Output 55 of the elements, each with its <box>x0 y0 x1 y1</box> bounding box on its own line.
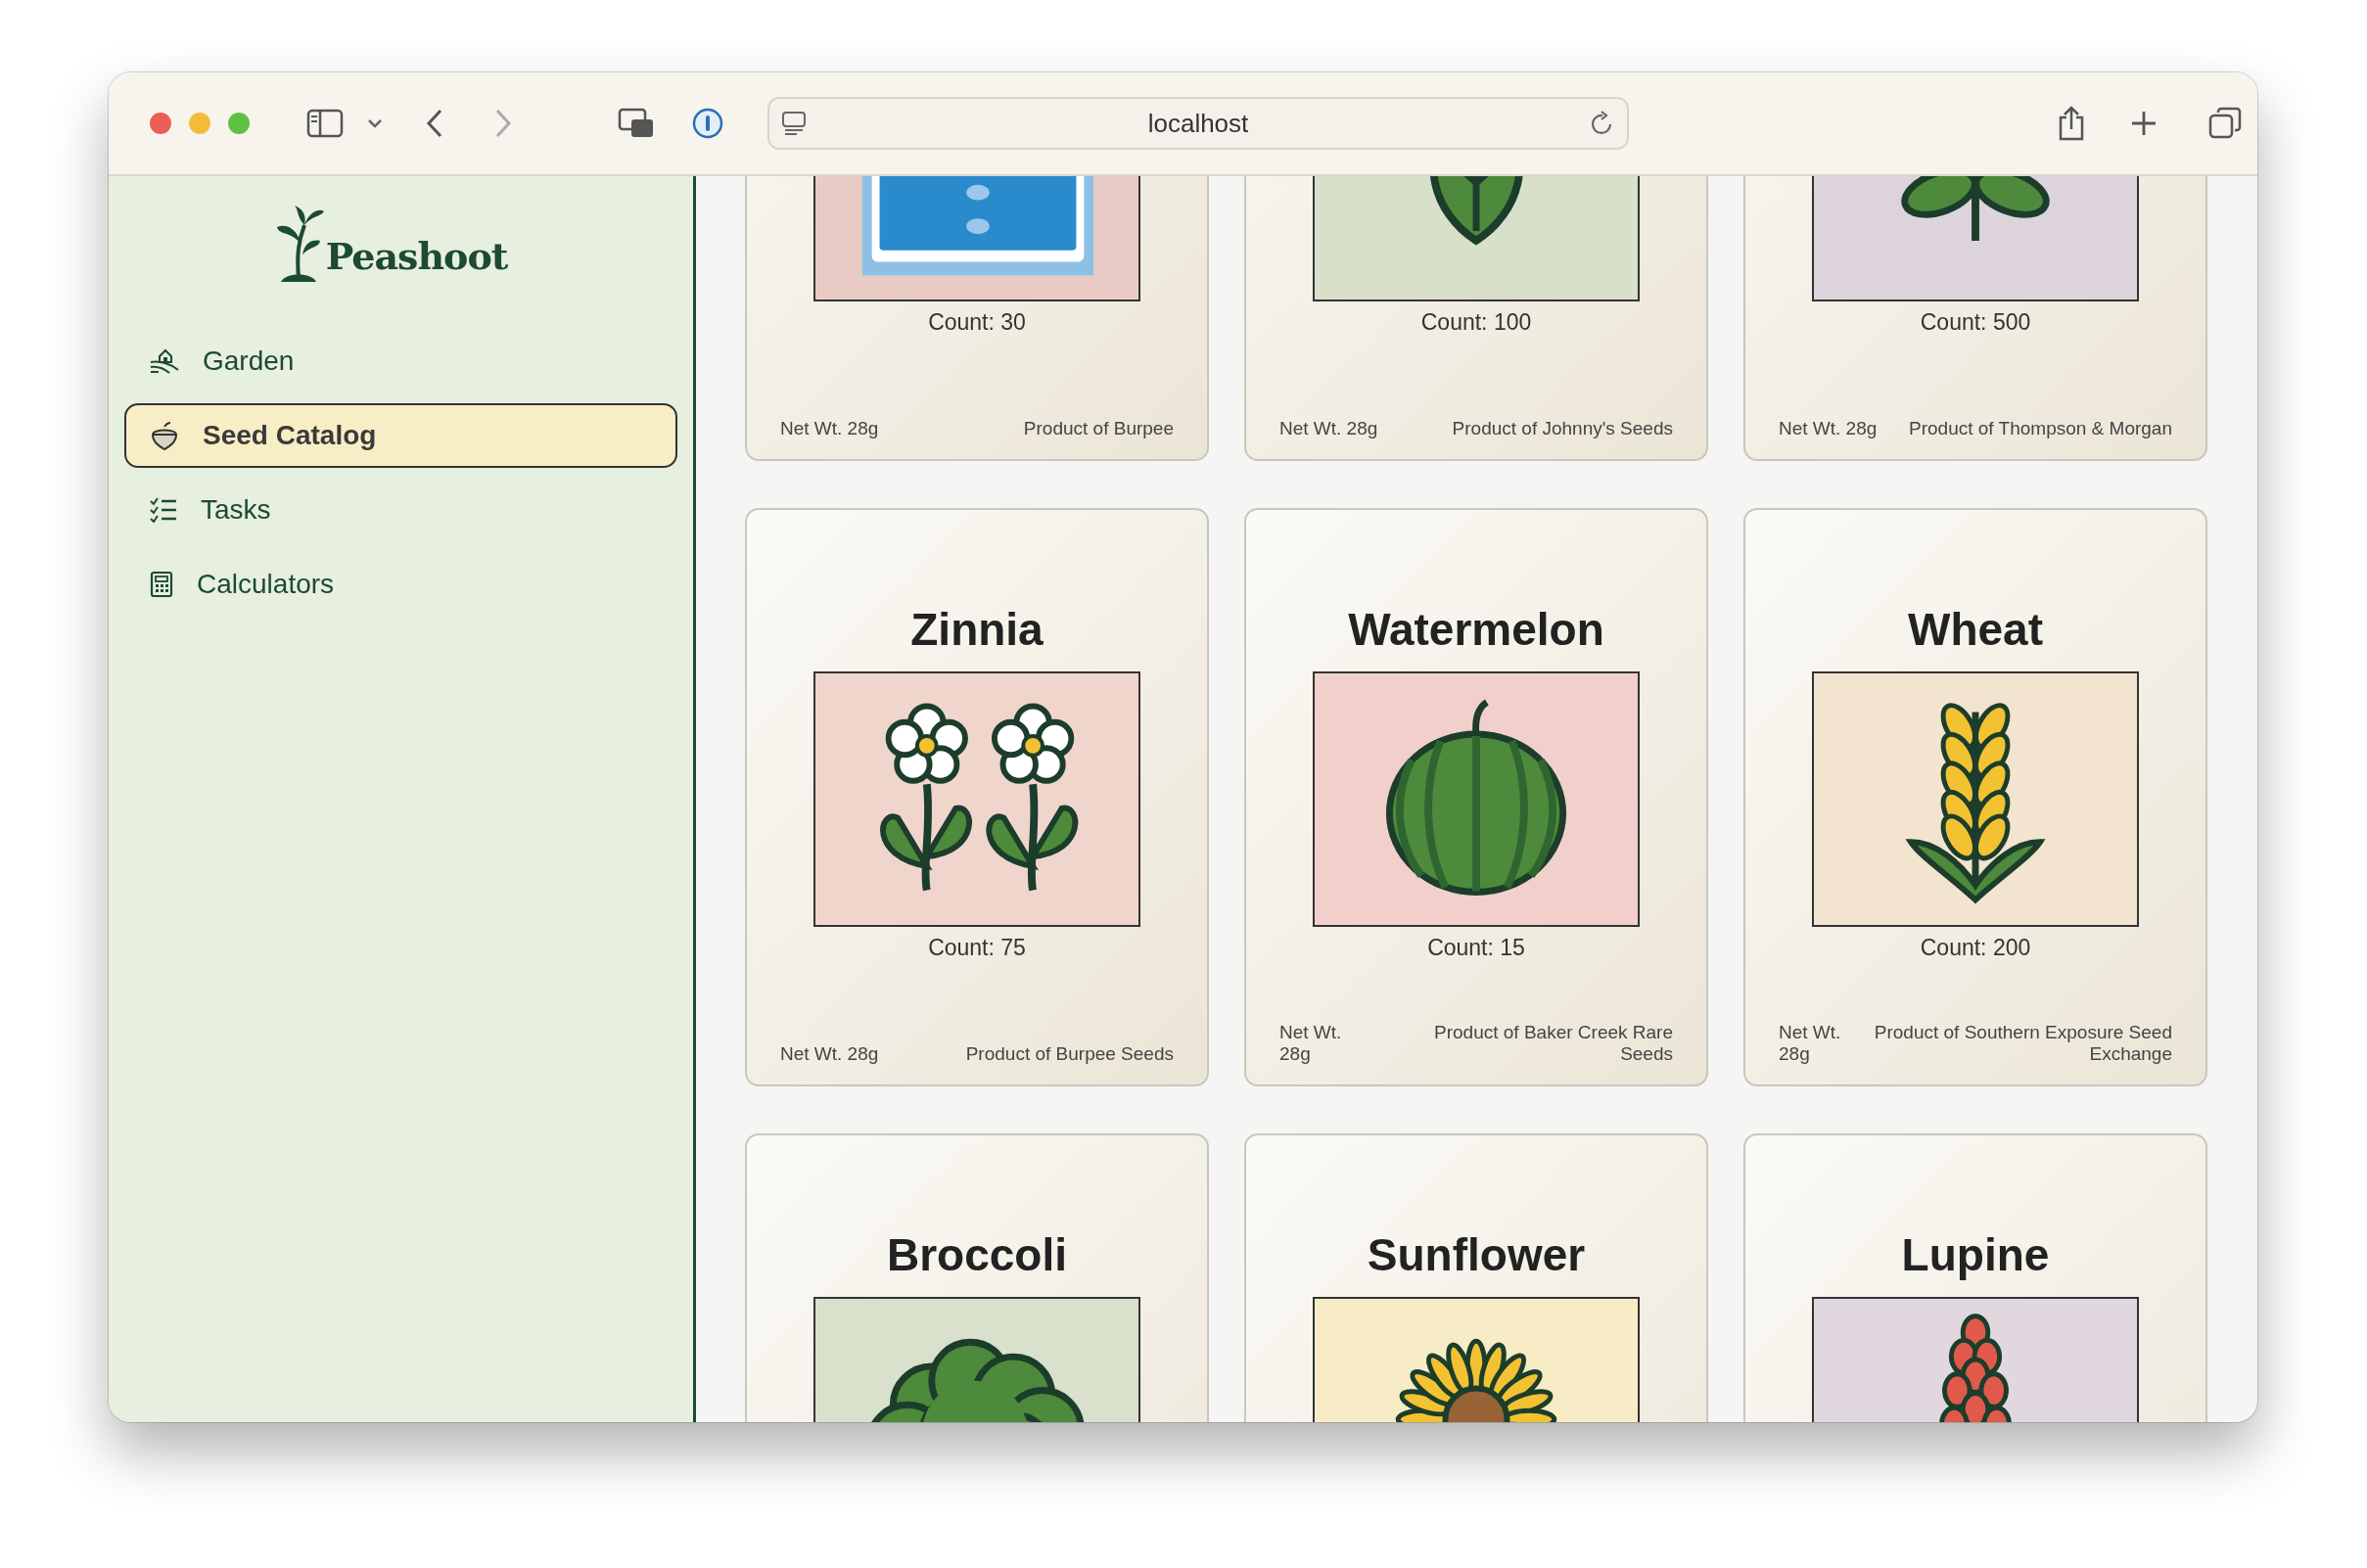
tabs-icon[interactable] <box>2208 107 2242 140</box>
net-weight: Net Wt. 28g <box>1279 1022 1343 1065</box>
seed-count: Count: 200 <box>1920 935 2031 961</box>
seed-packet[interactable]: Zinnia Count: 75 Net Wt. 28g Product of Burpee Seeds <box>745 508 1209 1086</box>
checklist-icon <box>150 497 177 523</box>
producer-text: Product of Southern Exposure Seed Exchange <box>1873 1022 2172 1065</box>
new-tab-icon[interactable] <box>2130 110 2158 137</box>
calculator-icon <box>150 571 173 598</box>
sprout-logo-icon <box>274 206 326 284</box>
packet-title: Zinnia <box>910 603 1044 657</box>
seed-count: Count: 75 <box>928 935 1026 961</box>
sidebar-icon[interactable] <box>306 109 344 138</box>
close-button[interactable] <box>150 113 171 134</box>
seed-count: Count: 15 <box>1427 935 1525 961</box>
net-weight: Net Wt. 28g <box>1279 418 1378 439</box>
nav-item[interactable]: Calculators <box>124 552 677 617</box>
packet-title: Sunflower <box>1367 1228 1586 1282</box>
net-weight: Net Wt. 28g <box>780 418 879 439</box>
farm-icon <box>150 348 179 374</box>
packet-title: Wheat <box>1908 603 2043 657</box>
producer-text: Product of Burpee <box>1023 418 1174 439</box>
seed-packet[interactable]: Count: 30 Net Wt. 28g Product of Burpee <box>745 176 1209 461</box>
packet-title: Broccoli <box>886 1228 1067 1282</box>
tab-overview-icon[interactable] <box>618 108 655 139</box>
seed-packet[interactable]: Sunflower <box>1244 1133 1708 1422</box>
net-weight: Net Wt. 28g <box>1779 418 1878 439</box>
producer-text: Product of Burpee Seeds <box>965 1043 1174 1065</box>
app-logo-text: Peashoot <box>325 234 508 278</box>
back-icon[interactable] <box>426 109 443 138</box>
address-bar[interactable]: localhost <box>767 97 1629 150</box>
seed-packet[interactable]: Count: 500 Net Wt. 28g Product of Thompson & Morgan <box>1743 176 2207 461</box>
nav-item[interactable]: Garden <box>124 329 677 393</box>
address-text: localhost <box>1147 108 1249 139</box>
seed-count: Count: 30 <box>928 309 1026 336</box>
share-icon[interactable] <box>2058 106 2085 141</box>
packet-title: Watermelon <box>1348 603 1604 657</box>
acorn-icon <box>150 421 179 450</box>
seed-count: Count: 100 <box>1420 309 1532 336</box>
seed-packet[interactable]: Lupine <box>1743 1133 2207 1422</box>
producer-text: Product of Baker Creek Rare Seeds <box>1433 1022 1673 1065</box>
seed-count: Count: 500 <box>1920 309 2031 336</box>
nav-item[interactable]: Tasks <box>124 478 677 542</box>
page-menu-icon[interactable] <box>781 111 807 136</box>
packet-title: Lupine <box>1901 1228 2050 1282</box>
net-weight: Net Wt. 28g <box>780 1043 879 1065</box>
seed-packet[interactable]: Count: 100 Net Wt. 28g Product of Johnny's Seeds <box>1244 176 1708 461</box>
seed-packet[interactable]: Watermelon Count: 15 Net Wt. 28g Product of Baker Creek Rare Seeds <box>1244 508 1708 1086</box>
chevron-down-icon[interactable] <box>367 118 383 128</box>
net-weight: Net Wt. 28g <box>1779 1022 1842 1065</box>
nav-item[interactable]: Seed Catalog <box>124 403 677 468</box>
password-icon[interactable] <box>692 108 723 139</box>
seed-packet[interactable]: Broccoli <box>745 1133 1209 1422</box>
producer-text: Product of Johnny's Seeds <box>1452 418 1673 439</box>
seed-packet[interactable]: Wheat Count: 200 Net Wt. 28g Product of Southern Exposure Seed Exchange <box>1743 508 2207 1086</box>
producer-text: Product of Thompson & Morgan <box>1909 418 2172 439</box>
